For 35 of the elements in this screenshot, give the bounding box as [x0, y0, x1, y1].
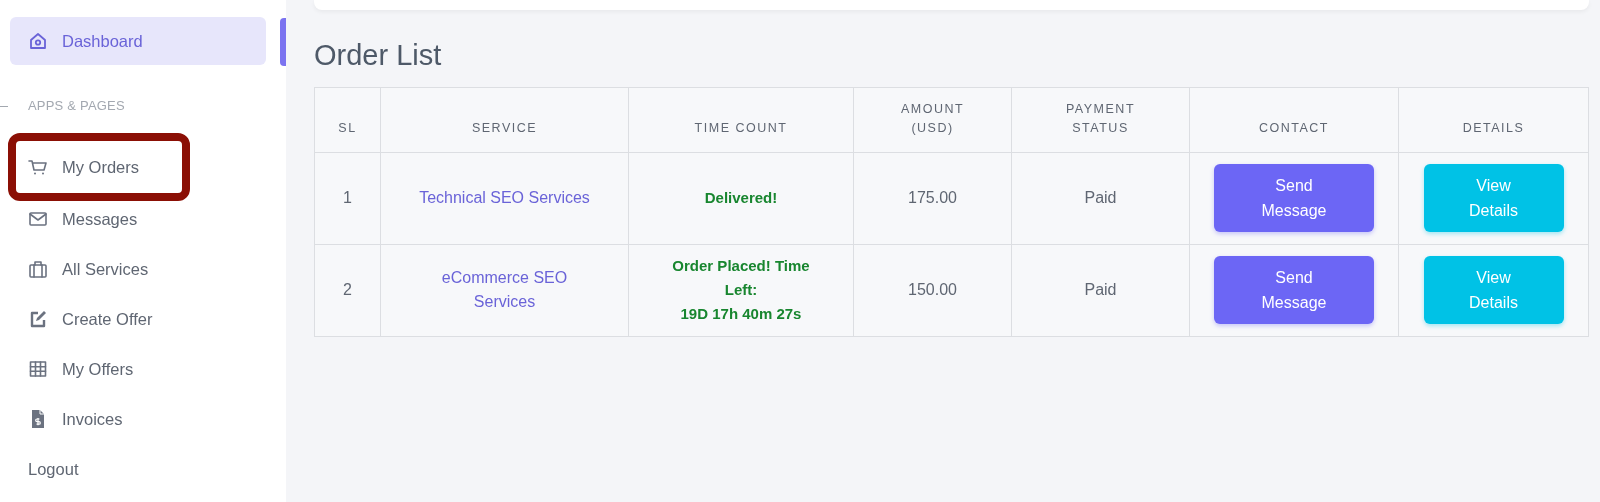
briefcase-icon	[28, 259, 48, 279]
table-cell: Paid	[1011, 152, 1190, 245]
service-link[interactable]: Technical SEO Services	[419, 186, 590, 211]
table-cell: Paid	[1011, 244, 1190, 337]
table-cell: 1	[314, 152, 381, 245]
sidebar-item[interactable]: Create Offer	[10, 295, 266, 343]
column-header: SL	[314, 87, 381, 153]
sidebar-item[interactable]: All Services	[10, 245, 266, 293]
time-count-cell: Order Placed! Time Left: 19D 17h 40m 27s	[628, 244, 854, 337]
column-header: DETAILS	[1398, 87, 1589, 153]
column-header: CONTACT	[1189, 87, 1399, 153]
table-cell: 175.00	[853, 152, 1012, 245]
column-header: PAYMENT STATUS	[1011, 87, 1190, 153]
column-header: SERVICE	[380, 87, 629, 153]
send-message-button[interactable]: Send Message	[1214, 164, 1374, 233]
send-message-button[interactable]: Send Message	[1214, 256, 1374, 325]
table-cell: 150.00	[853, 244, 1012, 337]
time-count-cell: Delivered!	[628, 152, 854, 245]
table-cell: 2	[314, 244, 381, 337]
cart-icon	[28, 157, 48, 177]
sidebar-item[interactable]: My Offers	[10, 345, 266, 393]
sidebar-item[interactable]: Messages	[10, 195, 266, 243]
sidebar-item[interactable]: Logout	[10, 445, 266, 493]
active-indicator	[280, 18, 286, 66]
sidebar-item[interactable]: Invoices	[10, 395, 266, 443]
sidebar-item[interactable]: Dashboard	[10, 17, 266, 65]
edit-icon	[28, 309, 48, 329]
section-heading: APPS & PAGES	[28, 97, 125, 116]
mail-icon	[28, 209, 48, 229]
sidebar-item[interactable]: My Orders	[14, 139, 184, 195]
column-header: AMOUNT (USD)	[853, 87, 1012, 153]
page-title: Order List	[314, 38, 443, 73]
home-icon	[28, 31, 48, 51]
grid-icon	[28, 359, 48, 379]
column-header: TIME COUNT	[628, 87, 854, 153]
